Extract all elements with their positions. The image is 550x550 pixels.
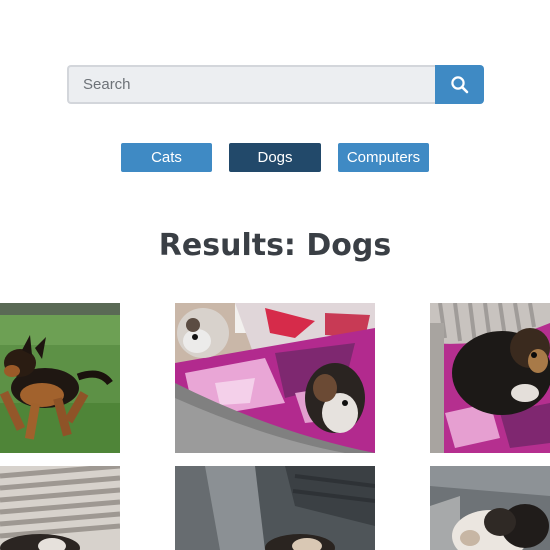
search-input[interactable] — [67, 65, 435, 104]
dogs-on-pink-blanket-photo[interactable] — [175, 303, 375, 453]
running-dog-photo[interactable] — [0, 303, 120, 453]
fluffy-dog-photo[interactable] — [430, 466, 550, 550]
search-button[interactable] — [435, 65, 484, 104]
dog-on-striped-cushion-photo[interactable] — [0, 466, 120, 550]
filter-dogs-button[interactable]: Dogs — [229, 143, 321, 172]
filter-cats-button[interactable]: Cats — [121, 143, 212, 172]
dog-on-gray-couch-photo[interactable] — [175, 466, 375, 550]
filter-computers-button[interactable]: Computers — [338, 143, 429, 172]
black-dog-on-blanket-photo[interactable] — [430, 303, 550, 453]
search-icon — [450, 75, 468, 93]
results-title: Results: Dogs — [158, 228, 392, 263]
search-bar — [67, 65, 484, 104]
